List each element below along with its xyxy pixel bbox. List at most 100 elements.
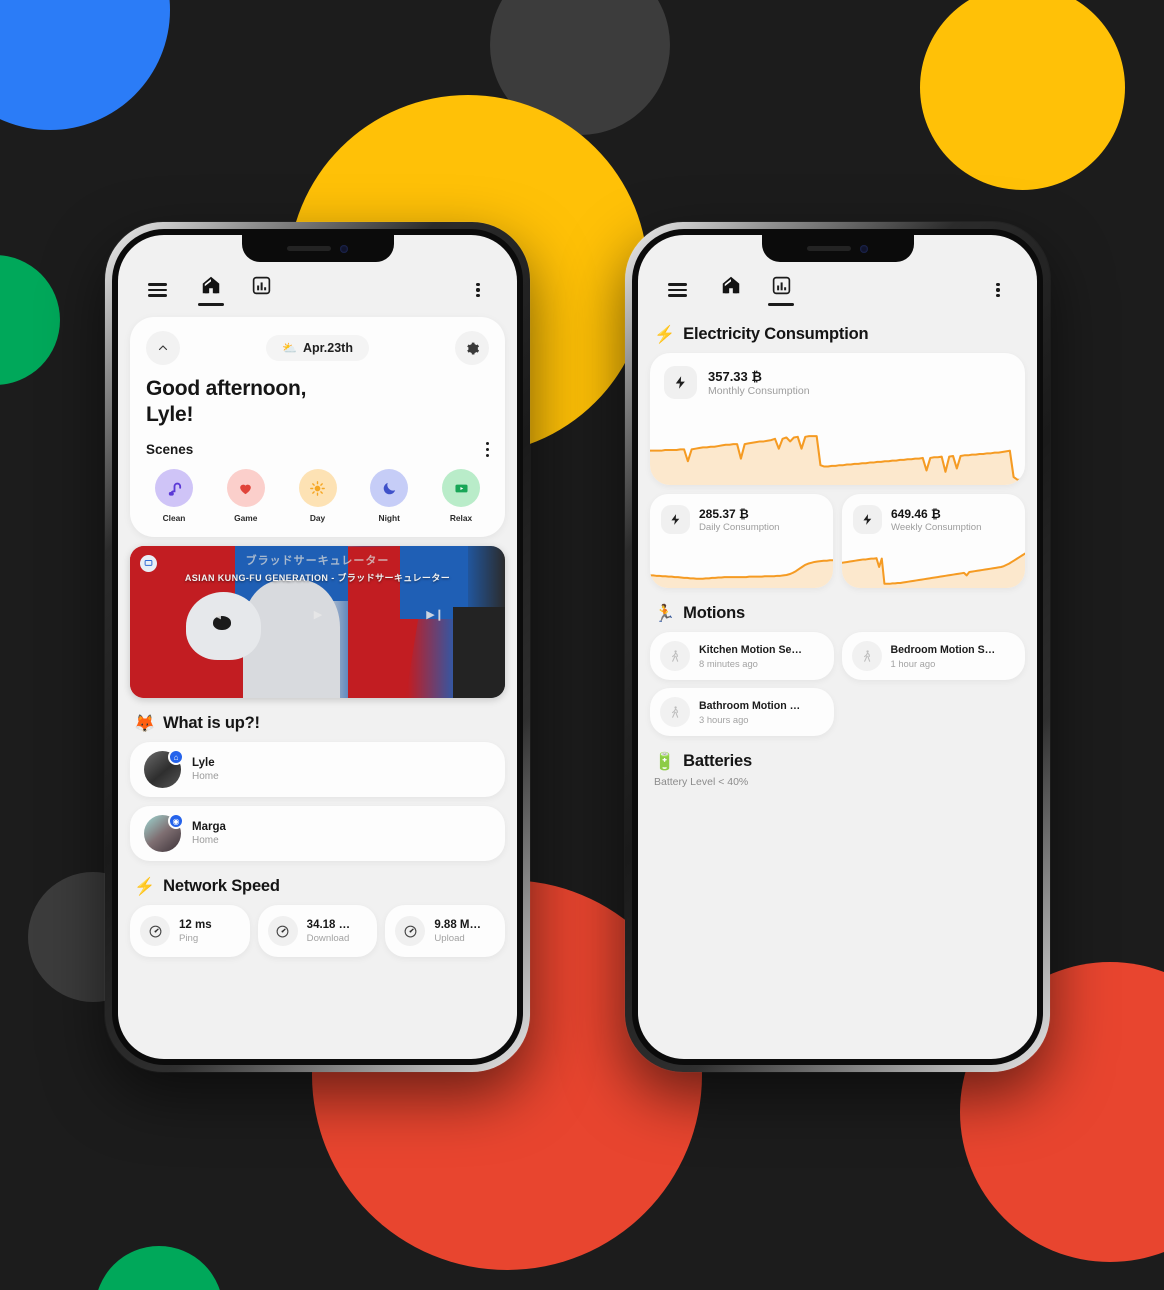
daily-chart (650, 538, 833, 588)
greeting-line-1: Good afternoon, (146, 377, 307, 400)
scene-day[interactable]: Day (290, 469, 346, 523)
front-camera-icon (860, 244, 868, 253)
scenes-label: Scenes (146, 442, 194, 458)
motion-sensor-card[interactable]: Bathroom Motion … 3 hours ago (650, 688, 834, 736)
settings-button[interactable] (455, 331, 489, 365)
tab-home[interactable] (198, 274, 224, 306)
network-metric-card[interactable]: 12 ms Ping (130, 905, 250, 958)
avatar-wrap: ⌂ (144, 749, 184, 789)
green-circle-bottom (95, 1246, 223, 1290)
tab-stats[interactable] (768, 275, 794, 306)
right-phone-screen: ⚡ Electricity Consumption 357.33 ₿ Month… (638, 235, 1037, 1059)
poster-stage: ⛅ Apr.23th Good afternoon, Lyle! Scenes … (0, 0, 1164, 1290)
network-metric-text: 9.88 M… Upload (434, 919, 481, 944)
scene-label: Clean (162, 513, 186, 524)
network-metric-value: 34.18 … (306, 918, 351, 931)
media-artist-line: ASIAN KUNG-FU GENERATION - ブラッドサーキュレーター (184, 573, 451, 584)
motion-text: Bathroom Motion … 3 hours ago (699, 700, 800, 725)
bolt-icon (853, 505, 882, 534)
person-card[interactable]: ⌂ Lyle Home (130, 742, 505, 798)
motion-sensor-name: Kitchen Motion Se… (699, 643, 802, 656)
monthly-value: 357.33 ₿ (708, 368, 762, 384)
scene-clean[interactable]: Clean (146, 469, 202, 523)
person-status: Home (192, 771, 219, 783)
motion-text: Bedroom Motion S… 1 hour ago (891, 644, 996, 669)
moon-icon (370, 469, 409, 508)
hamburger-menu-icon[interactable] (660, 273, 694, 307)
motion-sensor-name: Bedroom Motion S… (890, 643, 996, 656)
next-icon[interactable]: ▶❙ (426, 608, 444, 621)
scene-label: Day (309, 513, 326, 524)
daily-card-text: 285.37 ₿ Daily Consumption (699, 507, 780, 533)
weekly-chart (842, 538, 1025, 588)
gear-icon (466, 342, 479, 354)
tab-stats[interactable] (248, 275, 274, 306)
motion-sensor-card[interactable]: Kitchen Motion Se… 8 minutes ago (650, 632, 834, 680)
person-card[interactable]: ◉ Marga Home (130, 806, 505, 862)
network-metric-text: 12 ms Ping (179, 919, 212, 944)
person-status: Home (192, 835, 219, 847)
scene-game[interactable]: Game (218, 469, 274, 523)
hero-card: ⛅ Apr.23th Good afternoon, Lyle! Scenes … (130, 317, 505, 538)
scene-label: Game (234, 513, 258, 524)
electricity-small-cards-row: 285.37 ₿ Daily Consumption 649.46 ₿ Week… (650, 494, 1025, 588)
house-badge-icon: ⌂ (168, 749, 184, 766)
motions-title: Motions (683, 604, 746, 622)
fox-icon: 🦊 (134, 714, 156, 734)
electricity-title: Electricity Consumption (683, 325, 869, 343)
previous-icon[interactable]: ◀ (213, 608, 221, 621)
more-vertical-icon[interactable] (461, 273, 495, 307)
network-metric-card[interactable]: 34.18 … Download (257, 905, 378, 958)
weekly-consumption-card[interactable]: 649.46 ₿ Weekly Consumption (842, 494, 1025, 588)
house-icon (202, 276, 220, 294)
walking-person-icon (851, 641, 882, 671)
scene-night[interactable]: Night (361, 469, 417, 523)
person-text: Marga Home (192, 821, 226, 846)
electricity-section-header: ⚡ Electricity Consumption (654, 325, 1025, 344)
play-icon (442, 469, 480, 508)
tab-home[interactable] (718, 274, 744, 306)
motion-sensor-time: 8 minutes ago (699, 657, 758, 669)
daily-label: Daily Consumption (699, 521, 780, 533)
greeting-text: Good afternoon, Lyle! (146, 376, 489, 428)
whatsup-title: What is up?! (163, 714, 260, 733)
batteries-title: Batteries (683, 752, 752, 770)
bolt-icon (661, 505, 690, 534)
bolt-icon (664, 366, 697, 399)
weekly-card-text: 649.46 ₿ Weekly Consumption (891, 507, 981, 533)
lightning-icon: ⚡ (134, 877, 156, 897)
more-vertical-icon[interactable] (981, 273, 1015, 307)
network-metric-card[interactable]: 9.88 M… Upload (385, 905, 506, 958)
scenes-more-vertical-icon[interactable] (485, 440, 489, 460)
media-player-card[interactable]: ブラッドサーキュレーター ASIAN KUNG-FU GENERATION - … (130, 546, 505, 699)
monthly-consumption-card[interactable]: 357.33 ₿ Monthly Consumption (650, 353, 1025, 485)
weather-date-pill[interactable]: ⛅ Apr.23th (266, 335, 369, 361)
greeting-line-2: Lyle! (146, 402, 194, 426)
person-text: Lyle Home (192, 757, 219, 782)
network-metric-value: 12 ms (179, 918, 212, 931)
speedometer-icon (395, 916, 426, 947)
batteries-subtitle: Battery Level < 40% (654, 776, 749, 788)
partly-cloudy-icon: ⛅ (282, 341, 297, 355)
speedometer-icon (140, 916, 170, 947)
tab-stats-indicator (768, 302, 794, 306)
weekly-card-header: 649.46 ₿ Weekly Consumption (842, 494, 1025, 538)
hamburger-menu-icon[interactable] (140, 273, 174, 307)
scene-relax[interactable]: Relax (433, 469, 489, 523)
yellow-circle-top-right (920, 0, 1125, 190)
green-circle-left (0, 255, 60, 385)
daily-consumption-card[interactable]: 285.37 ₿ Daily Consumption (650, 494, 833, 588)
network-metric-label: Ping (179, 932, 199, 944)
daily-consumption-chart (650, 559, 833, 588)
notch (241, 235, 394, 262)
weekly-consumption-chart (842, 552, 1025, 588)
network-metrics-row: 12 ms Ping 34.18 … Download 9.88 M… Upload (130, 905, 506, 958)
bar-chart-icon (252, 276, 270, 294)
speaker-grille-icon (807, 246, 851, 251)
collapse-button[interactable] (146, 331, 180, 365)
motion-sensor-card[interactable]: Bedroom Motion S… 1 hour ago (841, 632, 1025, 680)
monthly-chart (650, 405, 1025, 485)
avatar-wrap: ◉ (144, 813, 184, 853)
tab-home-indicator (198, 303, 224, 306)
play-icon[interactable]: ▶ (314, 608, 322, 621)
